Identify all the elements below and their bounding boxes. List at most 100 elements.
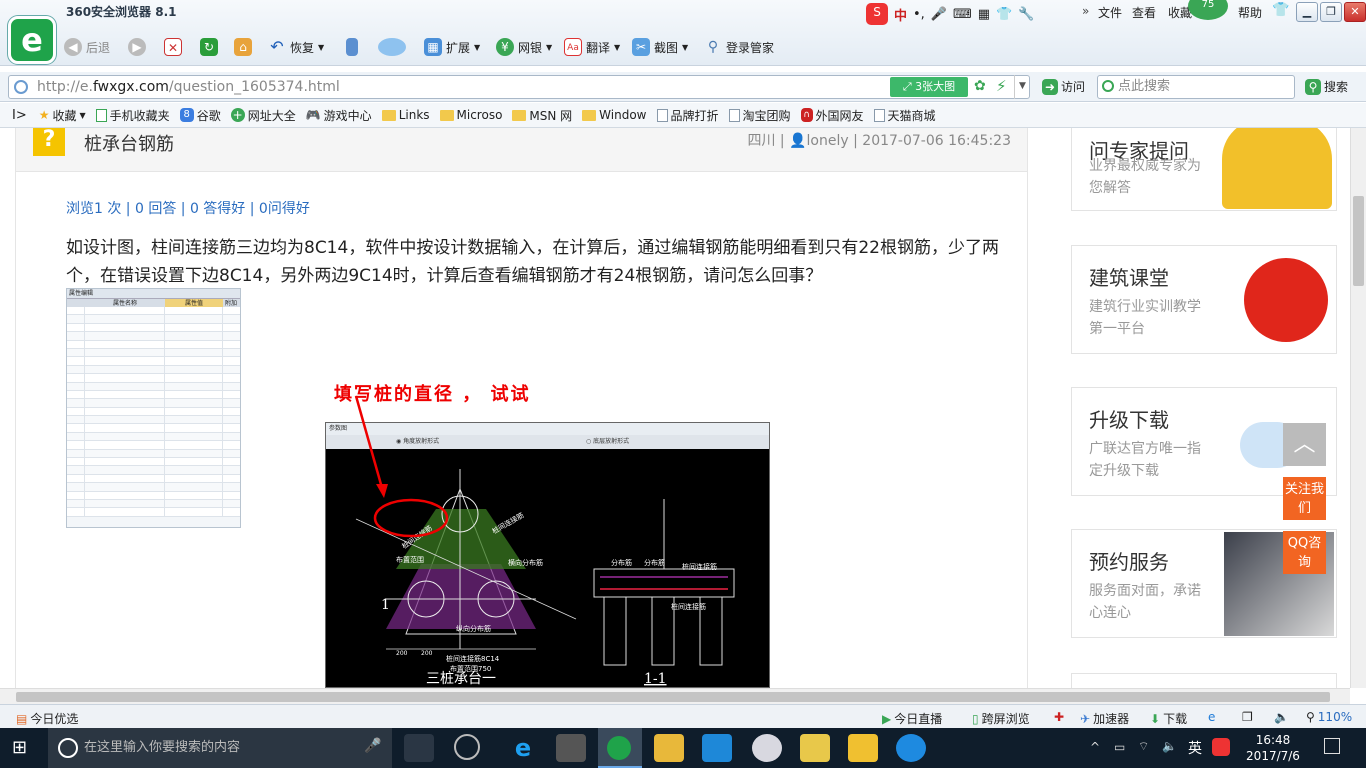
netbank-button[interactable]: ¥ 网银 ▼ xyxy=(496,36,552,58)
login-manager-button[interactable]: ⚲ 登录管家 xyxy=(704,36,774,58)
fav-google[interactable]: 8 谷歌 xyxy=(179,107,221,124)
task-view-icon[interactable] xyxy=(404,734,434,762)
notification-icon[interactable] xyxy=(1324,738,1340,754)
question-header: ? 桩承台钢筋 四川 | 👤lonely | 2017-07-06 16:45:… xyxy=(16,128,1027,172)
refresh-button[interactable]: ↻ xyxy=(200,36,218,58)
fav-taobao[interactable]: 淘宝团购 xyxy=(728,107,791,124)
fav-links[interactable]: Links xyxy=(381,108,430,122)
ie-icon[interactable]: e xyxy=(1208,710,1215,724)
fav-windows[interactable]: Window xyxy=(582,108,647,122)
visit-button[interactable]: ➜ 访问 xyxy=(1042,78,1085,95)
fav-tmall[interactable]: 天猫商城 xyxy=(873,107,936,124)
property-row xyxy=(67,357,240,366)
taskbar-browser-icon[interactable] xyxy=(454,734,480,760)
fav-sites[interactable]: + 网址大全 xyxy=(230,107,296,124)
url-field[interactable]: http://e.fwxgx.com/question_1605374.html xyxy=(8,75,1030,99)
phone-icon xyxy=(346,38,358,56)
user-level-badge[interactable]: 75 xyxy=(1188,0,1228,20)
flower-icon[interactable]: ✿ xyxy=(974,78,986,94)
fav-msn[interactable]: MSN 网 xyxy=(512,107,572,124)
downloads[interactable]: ⬇ 下载 xyxy=(1150,710,1187,727)
window-icon[interactable]: ❐ xyxy=(1242,710,1253,724)
screenshot-button[interactable]: ✂ 截图 ▼ xyxy=(632,36,688,58)
follow-us-button[interactable]: 关注我们 xyxy=(1283,477,1326,520)
cortana-icon[interactable] xyxy=(58,738,78,758)
side-card-expert[interactable]: 问专家提问 业界最权威专家为您解答 xyxy=(1071,128,1337,211)
edge-icon[interactable]: e xyxy=(508,734,538,762)
cross-screen[interactable]: ▯ 跨屏浏览 xyxy=(972,710,1030,727)
restore-button[interactable]: ↶ 恢复 ▼ xyxy=(268,36,324,58)
back-to-top-button[interactable]: ︿ xyxy=(1283,423,1326,466)
qq-consult-button[interactable]: QQ咨询 xyxy=(1283,531,1326,574)
fav-microsoft[interactable]: Microso xyxy=(439,108,502,122)
tray-chevron-icon[interactable]: ^ xyxy=(1090,740,1100,754)
mobile-button[interactable] xyxy=(346,36,358,58)
maximize-button[interactable]: ❐ xyxy=(1320,2,1342,22)
fav-games[interactable]: 🎮 游戏中心 xyxy=(306,107,372,124)
skin-icon[interactable]: 👕 xyxy=(1272,2,1289,18)
tray-device-icon[interactable]: ▭ xyxy=(1114,740,1125,754)
question-author[interactable]: lonely xyxy=(807,133,849,149)
speaker-icon[interactable]: 🔈 xyxy=(1162,739,1177,753)
fav-brand[interactable]: 品牌打折 xyxy=(656,107,719,124)
fav-mobile[interactable]: 手机收藏夹 xyxy=(95,107,170,124)
today-picks[interactable]: ▤ 今日优选 xyxy=(16,710,78,727)
property-row xyxy=(67,399,240,408)
fav-foreign[interactable]: ∩ 外国网友 xyxy=(800,107,864,124)
menu-chevron-icon[interactable]: » xyxy=(1082,4,1089,18)
phone-icon xyxy=(95,108,107,122)
lightning-icon[interactable]: ⚡ xyxy=(996,77,1007,95)
menu-view[interactable]: 查看 xyxy=(1132,4,1156,21)
active-360-task[interactable] xyxy=(598,728,642,768)
vertical-scrollbar[interactable] xyxy=(1350,128,1366,688)
horizontal-scrollbar[interactable] xyxy=(0,688,1350,704)
search-button[interactable]: ⚲ 搜索 xyxy=(1305,78,1348,95)
browser-logo-icon[interactable]: e xyxy=(8,16,56,64)
cloud-button[interactable] xyxy=(378,36,406,58)
menu-help[interactable]: 帮助 xyxy=(1238,4,1262,21)
favorites-bar: I> ★ 收藏 ▼ 手机收藏夹 8 谷歌 + 网址大全 🎮 游戏中心 Links Micr… xyxy=(0,103,1366,128)
accelerator[interactable]: ✈ 加速器 xyxy=(1080,710,1129,727)
search-engine-icon[interactable] xyxy=(1102,80,1114,92)
sidebar-toggle-icon[interactable]: I> xyxy=(12,108,27,123)
store-icon[interactable] xyxy=(556,734,586,762)
zoom-level[interactable]: ⚲ 110% xyxy=(1306,710,1352,724)
ime-toolbar[interactable]: S 中 •, 🎤 ⌨ ▦ 👕 🔧 xyxy=(866,2,1072,26)
microphone-icon[interactable]: 🎤 xyxy=(364,738,381,754)
back-arrow-icon: ◀ xyxy=(64,38,82,56)
side-card-classroom[interactable]: 建筑课堂 建筑行业实训教学第一平台 xyxy=(1071,245,1337,354)
search-input[interactable]: 点此搜索 xyxy=(1097,75,1295,99)
vertical-scroll-thumb[interactable] xyxy=(1353,196,1364,286)
wifi-icon[interactable]: ⌔ xyxy=(1138,739,1149,754)
translate-button[interactable]: Aa 翻译 ▼ xyxy=(564,36,620,58)
file-explorer-icon[interactable] xyxy=(654,734,684,762)
extend-button[interactable]: ▦ 扩展 ▼ xyxy=(424,36,480,58)
stop-button[interactable]: ✕ xyxy=(164,36,182,58)
medkit-icon[interactable]: ✚ xyxy=(1054,710,1064,724)
today-live[interactable]: ▶ 今日直播 xyxy=(882,710,942,727)
fav-collect[interactable]: ★ 收藏 ▼ xyxy=(39,107,86,124)
close-window-button[interactable]: ✕ xyxy=(1344,2,1366,22)
minimize-button[interactable]: ▁ xyxy=(1296,2,1318,22)
app-swirl-icon[interactable] xyxy=(752,734,782,762)
taskbar-search-input[interactable]: 在这里输入你要搜索的内容 xyxy=(48,728,392,768)
glodon-icon[interactable] xyxy=(896,734,926,762)
horizontal-scroll-thumb[interactable] xyxy=(16,692,1330,702)
sogou-tray-icon[interactable] xyxy=(1212,738,1230,756)
help-icon[interactable] xyxy=(848,734,878,762)
big-image-button[interactable]: ⤢ 3张大图 xyxy=(890,77,968,97)
forward-button[interactable]: ▶ xyxy=(128,36,146,58)
question-stats[interactable]: 浏览1 次 | 0 回答 | 0 答得好 | 0问得好 xyxy=(66,198,310,218)
url-dropdown-icon[interactable]: ▼ xyxy=(1014,75,1030,99)
notes-icon[interactable] xyxy=(800,734,830,762)
volume-icon[interactable]: 🔈 xyxy=(1274,710,1289,724)
property-row xyxy=(67,332,240,341)
clock[interactable]: 16:48 2017/7/6 xyxy=(1242,732,1304,764)
back-button[interactable]: ◀ 后退 xyxy=(64,36,110,58)
svg-text:桩间连接筋: 桩间连接筋 xyxy=(671,602,706,611)
windows-start-icon[interactable]: ⊞ xyxy=(12,738,32,758)
home-button[interactable]: ⌂ xyxy=(234,36,252,58)
menu-file[interactable]: 文件 xyxy=(1098,4,1122,21)
ime-indicator[interactable]: 英 xyxy=(1188,738,1202,758)
app-plus-icon[interactable] xyxy=(702,734,732,762)
